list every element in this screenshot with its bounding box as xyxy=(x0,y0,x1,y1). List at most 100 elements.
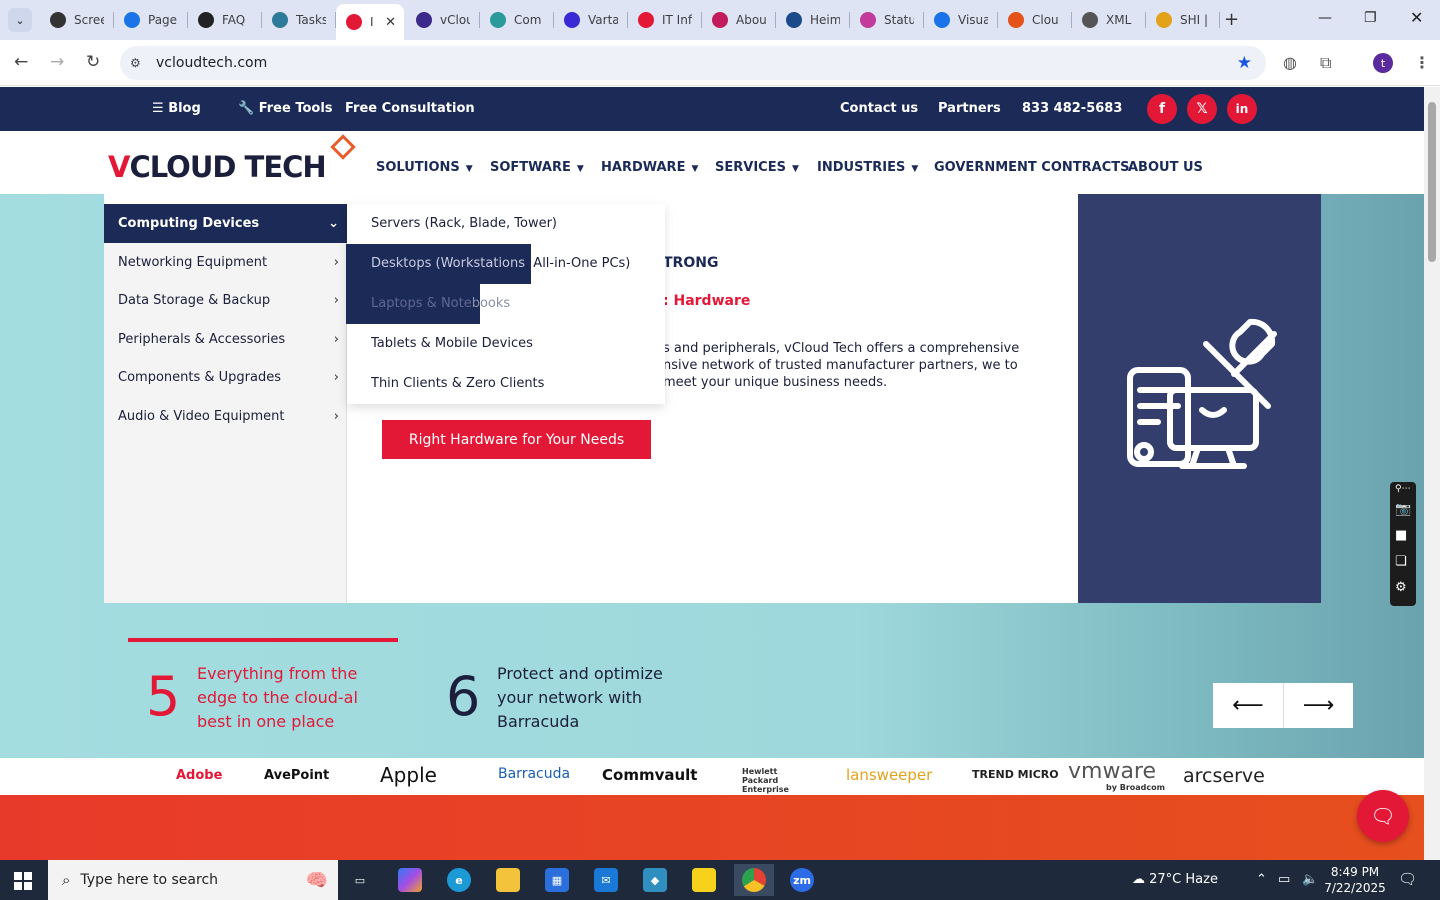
nav-government-contracts[interactable]: GOVERNMENT CONTRACTS xyxy=(934,160,1129,175)
category-item[interactable]: Peripherals & Accessories › xyxy=(104,320,347,359)
category-item[interactable]: Audio & Video Equipment › xyxy=(104,397,347,436)
free-consultation-link[interactable]: Free Consultation xyxy=(345,101,475,116)
stat-text-5[interactable]: Everything from the edge to the cloud-al… xyxy=(197,662,387,734)
sticky-notes-icon[interactable] xyxy=(692,868,716,892)
carousel-next-button[interactable]: ⟶ xyxy=(1283,683,1353,728)
tab-search-chevron-icon[interactable]: ⌄ xyxy=(8,8,32,32)
volume-icon[interactable]: 🔈 xyxy=(1302,872,1318,887)
forward-icon[interactable]: → xyxy=(50,52,64,72)
submenu-laptops[interactable]: Laptops & Notebooks xyxy=(371,296,510,311)
browser-tab[interactable]: FAQ xyxy=(188,6,262,34)
chrome-icon[interactable] xyxy=(734,864,774,896)
pin-icon[interactable]: ⚲⋯ xyxy=(1395,484,1411,494)
camera-icon[interactable]: 📷 xyxy=(1395,502,1411,517)
back-icon[interactable]: ← xyxy=(14,52,28,72)
profile-avatar[interactable]: t xyxy=(1373,53,1393,73)
menu-kebab-icon[interactable]: ⋮ xyxy=(1414,53,1430,72)
zoom-icon[interactable]: zm xyxy=(790,868,814,892)
nav-solutions[interactable]: SOLUTIONS ▼ xyxy=(376,160,473,175)
taskbar-search-box[interactable]: ⌕ Type here to search 🧠 xyxy=(48,860,338,900)
caret-down-icon: ▼ xyxy=(911,164,919,174)
video-icon[interactable]: ■ xyxy=(1395,528,1407,543)
minimize-icon[interactable]: — xyxy=(1318,10,1332,26)
facebook-icon[interactable]: f xyxy=(1147,94,1177,124)
store-icon[interactable]: ▦ xyxy=(545,868,569,892)
vcloud-tech-logo[interactable]: VCLOUD TECH xyxy=(108,134,356,184)
browser-tab[interactable]: Scree xyxy=(40,6,114,34)
tab-close-icon[interactable]: ✕ xyxy=(385,15,396,30)
edge-icon[interactable]: e xyxy=(447,868,471,892)
browser-tab[interactable]: XML xyxy=(1072,6,1146,34)
browser-tab[interactable]: Com xyxy=(480,6,554,34)
copilot-icon[interactable] xyxy=(398,868,422,892)
translate-icon[interactable]: ◍ xyxy=(1283,53,1297,72)
phone-link[interactable]: 833 482-5683 xyxy=(1022,101,1122,116)
stat-text-6[interactable]: Protect and optimize your network with B… xyxy=(497,662,687,734)
blog-link[interactable]: ☰ Blog xyxy=(152,101,201,116)
browser-tab[interactable]: I ✕ xyxy=(336,4,404,40)
search-icon: ⌕ xyxy=(62,871,71,889)
file-explorer-icon[interactable] xyxy=(496,868,520,892)
linkedin-icon[interactable]: in xyxy=(1227,94,1257,124)
settings-gear-icon[interactable]: ⚙ xyxy=(1395,580,1407,595)
tab-title: IT Inf xyxy=(662,13,692,27)
task-view-icon[interactable]: ▭ xyxy=(348,868,372,892)
tab-title: Heim xyxy=(810,13,840,27)
address-bar[interactable]: ⚙ vcloudtech.com ★ xyxy=(120,46,1266,80)
scrollbar-thumb[interactable] xyxy=(1428,102,1436,262)
nav-software[interactable]: SOFTWARE ▼ xyxy=(490,160,584,175)
category-item[interactable]: Computing Devices ⌄ xyxy=(104,204,347,243)
close-window-icon[interactable]: ✕ xyxy=(1410,8,1423,27)
site-info-icon[interactable]: ⚙ xyxy=(130,56,146,70)
partners-link[interactable]: Partners xyxy=(938,101,1001,116)
nav-hardware[interactable]: HARDWARE ▼ xyxy=(601,160,698,175)
tab-favicon-icon xyxy=(1156,12,1172,28)
tray-chevron-up-icon[interactable]: ⌃ xyxy=(1256,872,1267,887)
submenu-desktops[interactable]: Desktops (Workstations, All-in-One PCs) xyxy=(371,256,630,271)
chat-bubble-icon[interactable]: 🗨 xyxy=(1357,790,1409,842)
submenu-thin-clients[interactable]: Thin Clients & Zero Clients xyxy=(371,376,544,391)
browser-tab[interactable]: Abou xyxy=(702,6,776,34)
submenu-tablets[interactable]: Tablets & Mobile Devices xyxy=(371,336,533,351)
tab-favicon-icon xyxy=(638,12,654,28)
browser-tab[interactable]: IT Inf xyxy=(628,6,702,34)
weather-widget[interactable]: ☁ 27°C Haze xyxy=(1132,872,1218,887)
browser-tab[interactable]: Varta xyxy=(554,6,628,34)
extensions-icon[interactable]: ⧉ xyxy=(1320,53,1331,73)
category-item[interactable]: Components & Upgrades › xyxy=(104,358,347,397)
browser-tab[interactable]: SHI | xyxy=(1146,6,1220,34)
carousel-prev-button[interactable]: ⟵ xyxy=(1213,683,1283,728)
free-tools-link[interactable]: 🔧 Free Tools xyxy=(238,101,333,116)
url-text[interactable]: vcloudtech.com xyxy=(156,55,267,71)
bookmark-star-icon[interactable]: ★ xyxy=(1237,53,1252,73)
browser-tab[interactable]: Clou xyxy=(998,6,1072,34)
window-icon[interactable]: ❏ xyxy=(1395,554,1407,569)
tab-title: Page xyxy=(148,13,178,27)
browser-tab[interactable]: Heim xyxy=(776,6,850,34)
contact-us-link[interactable]: Contact us xyxy=(840,101,918,116)
category-item[interactable]: Data Storage & Backup › xyxy=(104,281,347,320)
nav-about-us[interactable]: ABOUT US xyxy=(1128,160,1203,175)
network-icon[interactable]: ▭ xyxy=(1278,872,1290,887)
category-item[interactable]: Networking Equipment › xyxy=(104,243,347,282)
right-hardware-cta-button[interactable]: Right Hardware for Your Needs xyxy=(382,420,651,459)
browser-tab[interactable]: Page xyxy=(114,6,188,34)
browser-tab[interactable]: vClou xyxy=(406,6,480,34)
browser-tab[interactable]: Tasks xyxy=(262,6,336,34)
x-twitter-icon[interactable]: 𝕏 xyxy=(1187,94,1217,124)
browser-tab[interactable]: Visua xyxy=(924,6,998,34)
windows-start-icon[interactable] xyxy=(14,872,32,890)
nav-services[interactable]: SERVICES ▼ xyxy=(715,160,799,175)
taskbar-clock[interactable]: 8:49 PM 7/22/2025 xyxy=(1322,864,1388,896)
notification-center-icon[interactable]: 🗨 xyxy=(1398,870,1417,888)
app-icon[interactable]: ◆ xyxy=(643,868,667,892)
tab-favicon-icon xyxy=(50,12,66,28)
browser-tab[interactable]: Statu xyxy=(850,6,924,34)
mail-icon[interactable]: ✉ xyxy=(594,868,618,892)
submenu-servers[interactable]: Servers (Rack, Blade, Tower) xyxy=(371,216,557,231)
restore-icon[interactable]: ❐ xyxy=(1364,10,1377,26)
nav-industries[interactable]: INDUSTRIES ▼ xyxy=(817,160,918,175)
reload-icon[interactable]: ↻ xyxy=(86,52,100,72)
chevron-right-icon: › xyxy=(333,409,339,424)
new-tab-plus-icon[interactable]: + xyxy=(1224,9,1239,30)
